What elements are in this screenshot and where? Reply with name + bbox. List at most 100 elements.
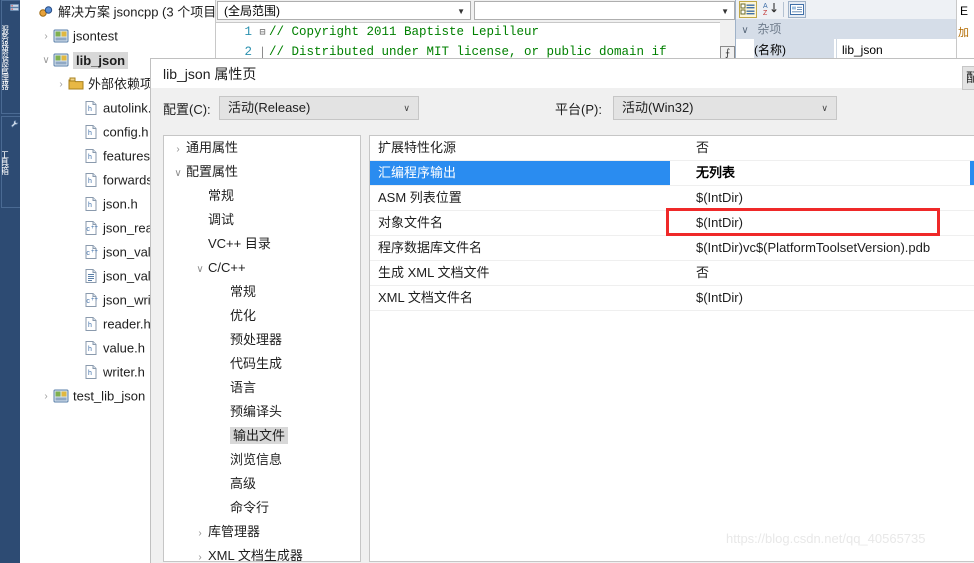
dock-tab-toolbox[interactable]: 工具箱 [1, 116, 21, 208]
property-tree-item-label: 预处理器 [230, 332, 283, 347]
line-number: 1 [244, 25, 252, 39]
property-grid-row[interactable]: ASM 列表位置 $(IntDir) [370, 186, 974, 211]
header-file-icon: h [83, 100, 99, 116]
property-tree-item-label: 配置属性 [186, 164, 239, 179]
property-tree-item-label: 命令行 [230, 500, 270, 515]
chevron-right-icon[interactable]: › [54, 73, 68, 97]
property-tree-item[interactable]: 常规 [164, 184, 360, 208]
property-tree-item[interactable]: › XML 文档生成器 [164, 544, 360, 561]
project-icon [53, 53, 69, 67]
dialog-titlebar: lib_json 属性页 [151, 59, 974, 88]
property-tree-item[interactable]: › 库管理器 [164, 520, 360, 544]
code-lines: 1 ⊟// Copyright 2011 Baptiste Lepilleur 2 │… [216, 22, 736, 62]
project-icon [53, 29, 69, 43]
chevron-down-icon[interactable]: ∨ [170, 162, 186, 186]
header-file-icon: h [85, 172, 97, 187]
chevron-down-icon: ∨ [403, 103, 410, 113]
svg-text:c: c [86, 298, 90, 305]
property-tree-item-label: 预编译头 [230, 404, 283, 419]
left-dock-strip: 服务器资源管理器 工具箱 [0, 0, 21, 563]
property-grid-value: $(IntDir) [696, 215, 743, 230]
properties-category-row[interactable]: ∨ 杂项 [736, 19, 957, 39]
chevron-down-icon[interactable]: ∨ [736, 21, 754, 41]
property-tree-item[interactable]: 代码生成 [164, 352, 360, 376]
properties-toolbar: A Z [736, 0, 957, 20]
configuration-dropdown[interactable]: 活动(Release) ∨ [219, 96, 419, 120]
property-tree-item[interactable]: 预处理器 [164, 328, 360, 352]
solution-tree-item-label: writer.h [103, 364, 145, 380]
property-grid-row[interactable]: 汇编程序输出 无列表 [370, 161, 974, 186]
dock-tab-toolbox-label: 工具箱 [1, 150, 9, 174]
property-tree-item[interactable]: 调试 [164, 208, 360, 232]
property-tree-item[interactable]: 浏览信息 [164, 448, 360, 472]
editor-vertical-scrollbar[interactable]: ⨍ ∧ [720, 22, 736, 74]
configuration-manager-button[interactable]: 配 [962, 66, 974, 90]
property-grid-value: 无列表 [696, 165, 736, 180]
svg-text:h: h [88, 106, 92, 113]
property-tree-item-label: C/C++ [208, 260, 246, 275]
property-grid-key: XML 文档文件名 [378, 290, 473, 305]
text-file-icon [85, 268, 97, 283]
editor-member-dropdown[interactable]: ▼ [474, 1, 735, 20]
property-pages-button[interactable] [788, 1, 806, 18]
property-tree-item[interactable]: 命令行 [164, 496, 360, 520]
editor-scope-dropdown-value: (全局范围) [224, 4, 280, 18]
collapse-icon[interactable]: ⊟ [256, 24, 269, 44]
property-tree-item[interactable]: 输出文件 [164, 424, 360, 448]
property-grid[interactable]: 扩展特性化源否汇编程序输出 无列表 ASM 列表位置 $(IntDir) 对象文件名 $(… [369, 135, 974, 562]
property-grid-key: 程序数据库文件名 [378, 240, 483, 255]
cpp-file-icon: c ++ [83, 292, 99, 308]
property-tree-item[interactable]: › 通用属性 [164, 136, 360, 160]
header-file-icon: h [83, 124, 99, 140]
header-file-icon: h [83, 316, 99, 332]
project-icon [53, 52, 69, 68]
project-icon [53, 28, 69, 44]
chevron-right-icon[interactable]: › [39, 25, 53, 49]
property-grid-value-editor[interactable]: 无列表 [670, 161, 974, 185]
chevron-down-icon[interactable]: ∨ [192, 258, 208, 282]
property-tree-item[interactable]: ∨ C/C++ [164, 256, 360, 280]
code-text: // Copyright 2011 Baptiste Lepilleur [269, 25, 540, 39]
property-grid-row[interactable]: 扩展特性化源 否 [370, 136, 974, 161]
categorized-view-button[interactable] [739, 1, 757, 18]
chevron-down-icon[interactable]: ∨ [39, 49, 53, 73]
property-tree-item[interactable]: 高级 [164, 472, 360, 496]
solution-tree-item-label: json.h [103, 196, 138, 212]
folder-icon [68, 76, 84, 92]
property-tree-item[interactable]: 语言 [164, 376, 360, 400]
property-grid-row[interactable]: XML 文档文件名 $(IntDir) [370, 286, 974, 311]
chevron-down-icon: ▼ [721, 7, 729, 16]
chevron-right-icon[interactable]: › [170, 138, 186, 162]
cpp-file-icon: c ++ [83, 244, 99, 260]
solution-icon [39, 5, 53, 17]
property-grid-row[interactable]: 生成 XML 文档文件 否 [370, 261, 974, 286]
property-tree-item[interactable]: ∨ 配置属性 [164, 160, 360, 184]
property-tree-item[interactable]: 常规 [164, 280, 360, 304]
chevron-right-icon[interactable]: › [192, 546, 208, 561]
header-file-icon: h [85, 316, 97, 331]
property-grid-key: 扩展特性化源 [378, 140, 457, 155]
chevron-right-icon[interactable]: › [192, 522, 208, 546]
property-tree-item[interactable]: 预编译头 [164, 400, 360, 424]
property-tree-item-label: 常规 [230, 284, 257, 299]
platform-dropdown[interactable]: 活动(Win32) ∨ [613, 96, 837, 120]
property-tree-item[interactable]: 优化 [164, 304, 360, 328]
project-icon [53, 389, 69, 403]
code-editor-pane[interactable]: (全局范围) ▼ ▼ 1 ⊟// Copyright 2011 Baptiste … [215, 0, 736, 74]
dock-tab-server-explorer[interactable]: 服务器资源管理器 [1, 0, 21, 114]
property-category-tree[interactable]: › 通用属性 ∨ 配置属性 常规 调试 VC++ 目录 ∨ C/C++ 常规 优化 预处理器 代码生成语… [163, 135, 361, 562]
property-grid-row[interactable]: 程序数据库文件名 $(IntDir)vc$(PlatformToolsetVers… [370, 236, 974, 261]
solution-tree-item[interactable]: 解决方案 jsoncpp (3 个项目) [20, 0, 215, 24]
chevron-right-icon[interactable]: › [39, 385, 53, 409]
property-tree-item-label: 调试 [208, 212, 235, 227]
property-grid-row[interactable]: 对象文件名 $(IntDir) [370, 211, 974, 236]
code-text: // Distributed under MIT license, or pub… [269, 45, 667, 59]
editor-scope-dropdown[interactable]: (全局范围) ▼ [217, 1, 471, 20]
svg-text:c: c [86, 250, 90, 257]
property-tree-item[interactable]: VC++ 目录 [164, 232, 360, 256]
alphabetical-sort-button[interactable]: A Z [762, 1, 780, 18]
solution-tree-item[interactable]: › jsontest [20, 24, 215, 48]
solution-icon [38, 4, 54, 20]
selection-cap [970, 161, 974, 185]
properties-tool-window[interactable]: A Z ∨ 杂项 (名称) lib_json [735, 0, 957, 63]
